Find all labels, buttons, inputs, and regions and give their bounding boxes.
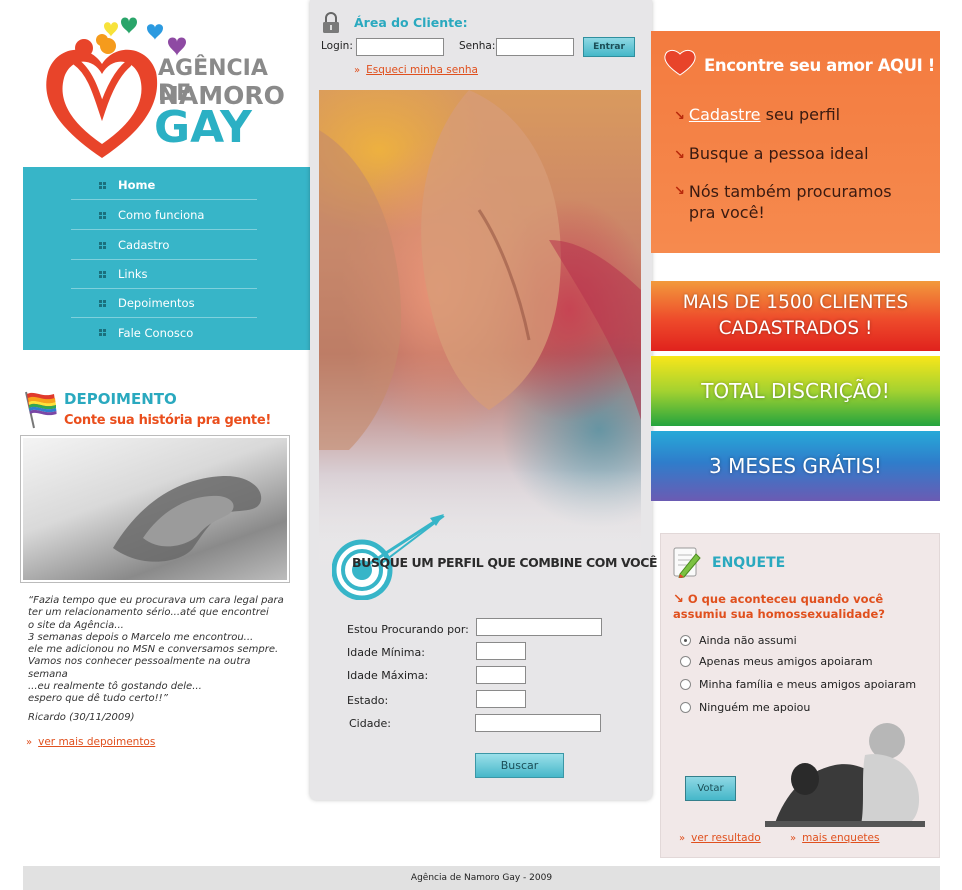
small-heart-icon: [104, 22, 118, 37]
double-chevron-icon: »: [679, 833, 686, 844]
nav-item-cadastro[interactable]: Cadastro: [71, 231, 257, 260]
login-input[interactable]: [356, 38, 444, 56]
link-label: Esqueci minha senha: [366, 64, 478, 76]
promo-item-cadastre: ↘ Cadastre seu perfil: [674, 104, 840, 127]
nav-item-label: Links: [118, 267, 148, 281]
nav-item-label: Como funciona: [118, 208, 205, 222]
depoimento-photo: [20, 435, 290, 583]
double-chevron-icon: »: [354, 65, 361, 76]
promo-item-text: Nós também procuramos pra você!: [688, 182, 892, 222]
nav-item-links[interactable]: Links: [71, 260, 257, 289]
link-label: ver resultado: [691, 832, 761, 844]
link-label: ver mais depoimentos: [38, 736, 156, 748]
depoimento-title: DEPOIMENTO: [64, 390, 177, 408]
cadastre-link[interactable]: Cadastre: [689, 105, 761, 124]
login-label: Login:: [321, 40, 353, 52]
promo-title: Encontre seu amor AQUI !: [704, 56, 935, 75]
promo-item-text: seu perfil: [760, 105, 841, 124]
heart-icon: [664, 48, 696, 76]
bullet-icon: [99, 329, 106, 336]
enquete-question: ↘ O que aconteceu quando você assumiu sua…: [673, 592, 923, 622]
arrow-icon: ↘: [674, 109, 685, 124]
nav-item-label: Fale Conosco: [118, 325, 194, 340]
double-chevron-icon: »: [790, 833, 797, 844]
procurando-input[interactable]: [476, 618, 602, 636]
buscar-button[interactable]: Buscar: [475, 753, 564, 778]
bullet-icon: [99, 211, 106, 219]
nav-item-label: Cadastro: [118, 238, 170, 252]
senha-input[interactable]: [496, 38, 574, 56]
enquete-option[interactable]: Minha família e meus amigos apoiaram: [680, 678, 916, 691]
mais-enquetes-link[interactable]: » mais enquetes: [790, 832, 879, 844]
footer-text: Agência de Namoro Gay - 2009: [410, 873, 553, 883]
banner-meses-gratis: 3 MESES GRÁTIS!: [651, 431, 940, 501]
depoimento-author: Ricardo (30/11/2009): [28, 712, 135, 723]
estado-label: Estado:: [347, 694, 389, 707]
main-nav: Home Como funciona Cadastro Links Depoim…: [23, 167, 310, 350]
arrow-icon: ↘: [674, 148, 685, 163]
rainbow-flag-icon: [20, 388, 60, 430]
promo-item-busque: ↘ Busque a pessoa ideal: [674, 143, 869, 166]
idade-minima-label: Idade Mínima:: [347, 646, 425, 659]
promo-item-procuramos: ↘ Nós também procuramos pra você!: [674, 181, 892, 223]
enquete-option[interactable]: Ninguém me apoiou: [680, 701, 810, 714]
banner-clientes: MAIS DE 1500 CLIENTES CADASTRADOS !: [651, 281, 940, 351]
estado-input[interactable]: [476, 690, 526, 708]
option-label: Ninguém me apoiou: [699, 701, 811, 714]
enquete-photo: [765, 715, 925, 827]
nav-item-label: Depoimentos: [118, 296, 195, 310]
radio-button[interactable]: [680, 635, 691, 646]
nav-item-depoimentos[interactable]: Depoimentos: [71, 289, 257, 318]
idade-maxima-label: Idade Máxima:: [347, 669, 429, 682]
votar-button[interactable]: Votar: [685, 776, 736, 801]
area-cliente-title: Área do Cliente:: [354, 15, 468, 30]
enquete-question-text: O que aconteceu quando você assumiu sua …: [673, 592, 885, 621]
small-heart-icon: [168, 37, 186, 56]
arrow-icon: ↘: [674, 184, 685, 199]
pencil-note-icon: [672, 546, 702, 579]
ver-mais-depoimentos-link[interactable]: » ver mais depoimentos: [26, 736, 155, 748]
nav-item-label: Home: [118, 178, 156, 192]
footer: Agência de Namoro Gay - 2009: [23, 866, 940, 890]
enquete-option[interactable]: Apenas meus amigos apoiaram: [680, 655, 873, 668]
enquete-title: ENQUETE: [712, 555, 786, 571]
depoimento-quote: “Fazia tempo que eu procurava um cara le…: [28, 595, 284, 705]
logo-text-line3: GAY: [154, 102, 252, 153]
ver-resultado-link[interactable]: » ver resultado: [679, 832, 761, 844]
idade-maxima-input[interactable]: [476, 666, 526, 684]
cidade-input[interactable]: [475, 714, 601, 732]
enquete-option[interactable]: Ainda não assumi: [680, 634, 797, 647]
link-label: mais enquetes: [802, 832, 880, 844]
radio-button[interactable]: [680, 656, 691, 667]
option-label: Ainda não assumi: [699, 634, 797, 647]
small-heart-icon: [147, 24, 163, 40]
bullet-icon: [99, 270, 106, 278]
bullet-icon: [99, 299, 106, 307]
idade-minima-input[interactable]: [476, 642, 526, 660]
esqueci-senha-link[interactable]: » Esqueci minha senha: [354, 64, 478, 76]
nav-item-home[interactable]: Home: [71, 171, 257, 200]
radio-button[interactable]: [680, 679, 691, 690]
cidade-label: Cidade:: [349, 717, 391, 730]
arrow-icon: ↘: [673, 592, 684, 607]
depoimento-subtitle: Conte sua história pra gente!: [64, 413, 271, 428]
nav-item-fale-conosco[interactable]: Fale Conosco: [71, 318, 257, 347]
option-label: Minha família e meus amigos apoiaram: [699, 678, 917, 691]
double-chevron-icon: »: [26, 737, 33, 748]
bullet-icon: [99, 181, 106, 189]
entrar-button[interactable]: Entrar: [583, 37, 635, 57]
bullet-icon: [99, 241, 106, 249]
small-heart-icon: [121, 17, 137, 34]
procurando-label: Estou Procurando por:: [347, 623, 469, 636]
radio-button[interactable]: [680, 702, 691, 713]
site-logo[interactable]: AGÊNCIA DE NAMORO GAY: [40, 12, 285, 162]
banner-discricao: TOTAL DISCRIÇÃO!: [651, 356, 940, 426]
lock-icon: [322, 12, 340, 34]
promo-item-text: Busque a pessoa ideal: [688, 144, 869, 163]
nav-item-como-funciona[interactable]: Como funciona: [71, 201, 257, 230]
senha-label: Senha:: [459, 40, 496, 52]
busque-perfil-title: BUSQUE UM PERFIL QUE COMBINE COM VOCÊ !: [352, 555, 667, 570]
option-label: Apenas meus amigos apoiaram: [699, 655, 873, 668]
